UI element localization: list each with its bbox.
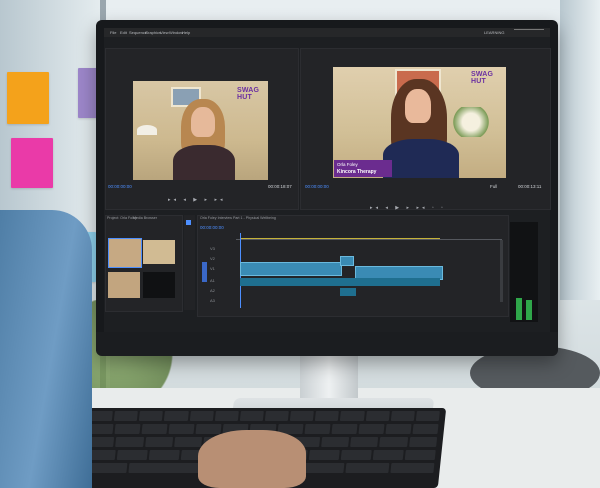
lower-third: Orla Foley Kincora Therapy — [334, 160, 392, 177]
monitor-chin — [96, 332, 558, 356]
menu-graphics[interactable]: Graphics — [145, 30, 161, 35]
project-thumb-3[interactable] — [108, 272, 140, 298]
window-controls[interactable] — [514, 29, 544, 36]
audio-meter-left — [516, 298, 522, 320]
video-clip-1[interactable] — [240, 262, 342, 276]
work-area-bar[interactable] — [240, 238, 440, 239]
window-right — [560, 0, 600, 300]
track-v3[interactable]: V3 — [210, 246, 215, 251]
presenter-top — [173, 145, 235, 180]
workspace-label[interactable]: LEARNING — [484, 30, 504, 35]
media-browser-tab[interactable]: Media Browser — [133, 216, 157, 220]
video-clip-2[interactable] — [340, 256, 354, 266]
project-thumb-2[interactable] — [143, 240, 175, 264]
flowers — [451, 107, 491, 137]
project-thumb-1[interactable] — [108, 238, 142, 268]
lower-third-company: Kincora Therapy — [337, 169, 377, 175]
audio-clip-1[interactable] — [240, 278, 440, 286]
lower-third-name: Orla Foley — [337, 162, 358, 167]
lamp — [137, 125, 157, 135]
menu-view[interactable]: View — [160, 30, 169, 35]
source-logo: SWAG HUT — [237, 87, 260, 101]
presenter-face — [191, 107, 215, 137]
track-target-v1[interactable] — [202, 262, 207, 282]
track-v2[interactable]: V2 — [210, 256, 215, 261]
track-v1[interactable]: V1 — [210, 266, 215, 271]
program-transport-controls[interactable]: ▸◂ ◂ ▶ ▸ ▸◂ ▫ ▫ — [370, 205, 446, 211]
audio-meters — [510, 222, 538, 322]
program-timecode[interactable]: 00:00:00:00 — [305, 184, 329, 189]
track-a1[interactable]: A1 — [210, 278, 215, 283]
project-thumb-4[interactable] — [143, 272, 175, 298]
interviewee-top — [383, 139, 459, 178]
sticky-note-orange — [7, 72, 49, 124]
person-hand — [198, 430, 306, 488]
menu-edit[interactable]: Edit — [120, 30, 127, 35]
menu-help[interactable]: Help — [182, 30, 190, 35]
audio-clip-2[interactable] — [340, 288, 356, 296]
timeline-scrollbar[interactable] — [500, 240, 503, 302]
source-video-frame: SWAG HUT — [133, 81, 268, 180]
interviewee-face — [405, 89, 431, 123]
program-duration: 00:00:13:11 — [518, 184, 542, 189]
program-fit-select[interactable]: Full — [490, 184, 497, 189]
selection-tool-icon[interactable] — [186, 220, 191, 225]
track-a3[interactable]: A3 — [210, 298, 215, 303]
person-arm — [0, 210, 92, 488]
source-timecode[interactable]: 00:00:00:00 — [108, 184, 132, 189]
source-transport-controls[interactable]: ▸◂ ◂ ▶ ▸ ▸◂ — [168, 197, 225, 203]
track-a2[interactable]: A2 — [210, 288, 215, 293]
audio-meter-right — [526, 300, 532, 320]
program-logo: SWAG HUT — [471, 71, 494, 85]
menu-file[interactable]: File — [110, 30, 116, 35]
tools-panel — [184, 215, 195, 310]
sticky-note-pink — [11, 138, 53, 188]
sequence-tab[interactable]: Orla Foley Interview Part 1 - Physical W… — [200, 216, 276, 220]
timeline-timecode[interactable]: 00:00:00:00 — [200, 225, 224, 230]
source-duration: 00:00:18:07 — [268, 184, 292, 189]
